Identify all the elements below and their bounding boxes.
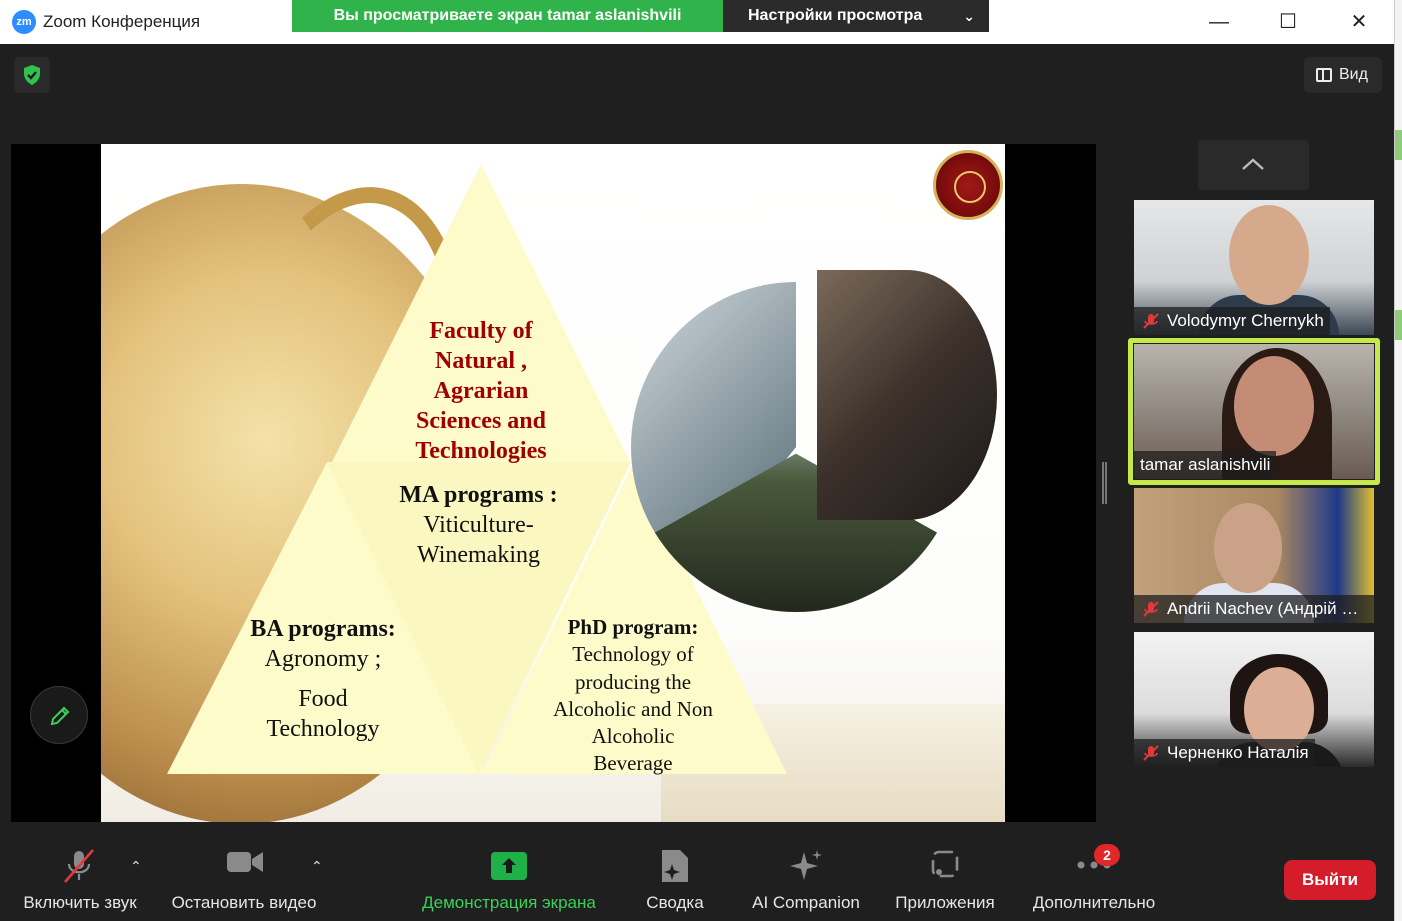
participant-video <box>1229 205 1309 305</box>
chevron-up-icon <box>1242 158 1264 170</box>
photo-pie-collage <box>631 270 997 620</box>
microphone-muted-icon <box>64 849 94 883</box>
phd-program-title: PhD program: <box>567 615 699 639</box>
share-screen-button[interactable]: Демонстрация экрана <box>410 832 608 921</box>
zoom-logo-icon: zm <box>12 10 36 34</box>
ba-programs-block: BA programs: Agronomy ; Food Technology <box>243 614 403 744</box>
pencil-icon <box>50 706 70 726</box>
apps-button[interactable]: Приложения <box>884 832 1006 921</box>
screen-share-banner: Вы просматриваете экран tamar aslanishvi… <box>292 0 723 32</box>
participant-video <box>1214 503 1282 593</box>
share-screen-icon <box>491 852 527 880</box>
apps-icon <box>931 850 959 878</box>
participant-name: Черненко Наталія <box>1167 743 1309 762</box>
participant-name: Volodymyr Chernykh <box>1167 311 1324 330</box>
background-window-marker <box>1395 130 1402 160</box>
background-window-edge <box>1394 0 1402 921</box>
phd-program-body: Technology of producing the Alcoholic an… <box>553 642 713 776</box>
mic-muted-icon <box>1143 313 1159 329</box>
phd-program-block: PhD program: Technology of producing the… <box>551 614 715 778</box>
share-screen-label: Демонстрация экрана <box>422 893 596 912</box>
ba-programs-body-agronomy: Agronomy ; <box>264 646 382 672</box>
participant-name: Andrii Nachev (Андрій Начев) <box>1167 599 1374 618</box>
layout-icon <box>1316 68 1332 82</box>
mic-muted-icon <box>1143 601 1159 617</box>
ma-programs-block: MA programs : Viticulture-Winemaking <box>391 480 566 570</box>
participant-tile-1[interactable]: Volodymyr Chernykh <box>1134 200 1374 335</box>
apps-label: Приложения <box>895 893 995 912</box>
shield-icon <box>24 65 40 85</box>
video-options-caret-icon[interactable]: ⌃ <box>311 858 323 875</box>
ai-companion-label: AI Companion <box>752 893 860 912</box>
ba-programs-body-food: Food Technology <box>266 686 380 742</box>
security-shield-button[interactable] <box>14 57 50 93</box>
participant-tile-3[interactable]: Andrii Nachev (Андрій Начев) <box>1134 488 1374 623</box>
ai-companion-button[interactable]: AI Companion <box>742 832 870 921</box>
stop-video-label: Остановить видео <box>171 893 317 912</box>
view-options-dropdown[interactable]: Настройки просмотра ⌄ <box>723 0 989 32</box>
mic-muted-icon <box>1143 745 1159 761</box>
meeting-toolbar: Включить звук ⌃ Остановить видео ⌃ Демон… <box>0 832 1394 921</box>
participant-name-tag: Andrii Nachev (Андрій Начев) <box>1134 595 1374 623</box>
minimize-button[interactable]: — <box>1199 6 1239 38</box>
panel-resize-handle[interactable] <box>1102 462 1107 504</box>
zoom-window: zm Zoom Конференция Вы просматриваете эк… <box>0 0 1402 921</box>
participant-name-tag: Черненко Наталія <box>1134 739 1315 767</box>
gallery-scroll-up-button[interactable] <box>1198 140 1309 190</box>
view-button[interactable]: Вид <box>1304 57 1382 93</box>
shared-screen: Faculty of Natural , Agrarian Sciences a… <box>11 144 1096 822</box>
window-title: Zoom Конференция <box>43 12 201 31</box>
close-button[interactable]: ✕ <box>1339 6 1379 38</box>
ba-programs-title: BA programs: <box>250 616 396 642</box>
active-speaker-border <box>1128 338 1380 485</box>
summary-document-icon <box>662 850 688 882</box>
notification-badge: 2 <box>1094 844 1120 866</box>
faculty-title: Faculty of Natural , Agrarian Sciences a… <box>415 318 547 464</box>
view-options-label: Настройки просмотра <box>748 7 923 24</box>
background-window-marker <box>1395 310 1402 340</box>
university-emblem-logo <box>933 150 1003 220</box>
video-camera-icon <box>227 852 263 872</box>
summary-label: Сводка <box>646 893 704 912</box>
title-bar: zm Zoom Конференция Вы просматриваете эк… <box>0 0 1394 44</box>
participant-tile-4[interactable]: Черненко Наталія <box>1134 632 1374 767</box>
audio-options-caret-icon[interactable]: ⌃ <box>130 858 142 875</box>
ma-programs-title: MA programs : <box>399 482 558 508</box>
maximize-button[interactable]: ☐ <box>1268 6 1308 38</box>
stop-video-button[interactable]: Остановить видео <box>160 832 328 921</box>
wine-cellar-photo <box>817 270 997 520</box>
leave-meeting-button[interactable]: Выйти <box>1284 860 1376 900</box>
more-button[interactable]: Дополнительно <box>1018 832 1170 921</box>
summary-button[interactable]: Сводка <box>636 832 714 921</box>
chevron-down-icon: ⌄ <box>963 8 975 24</box>
view-button-label: Вид <box>1339 66 1368 83</box>
unmute-label: Включить звук <box>23 893 137 912</box>
ma-programs-body: Viticulture-Winemaking <box>417 512 540 568</box>
presentation-slide: Faculty of Natural , Agrarian Sciences a… <box>101 144 1005 822</box>
more-label: Дополнительно <box>1032 893 1156 912</box>
annotate-button[interactable] <box>30 686 88 744</box>
sparkle-icon <box>790 850 822 880</box>
participant-name-tag: Volodymyr Chernykh <box>1134 307 1330 335</box>
unmute-button[interactable]: Включить звук <box>8 832 152 921</box>
